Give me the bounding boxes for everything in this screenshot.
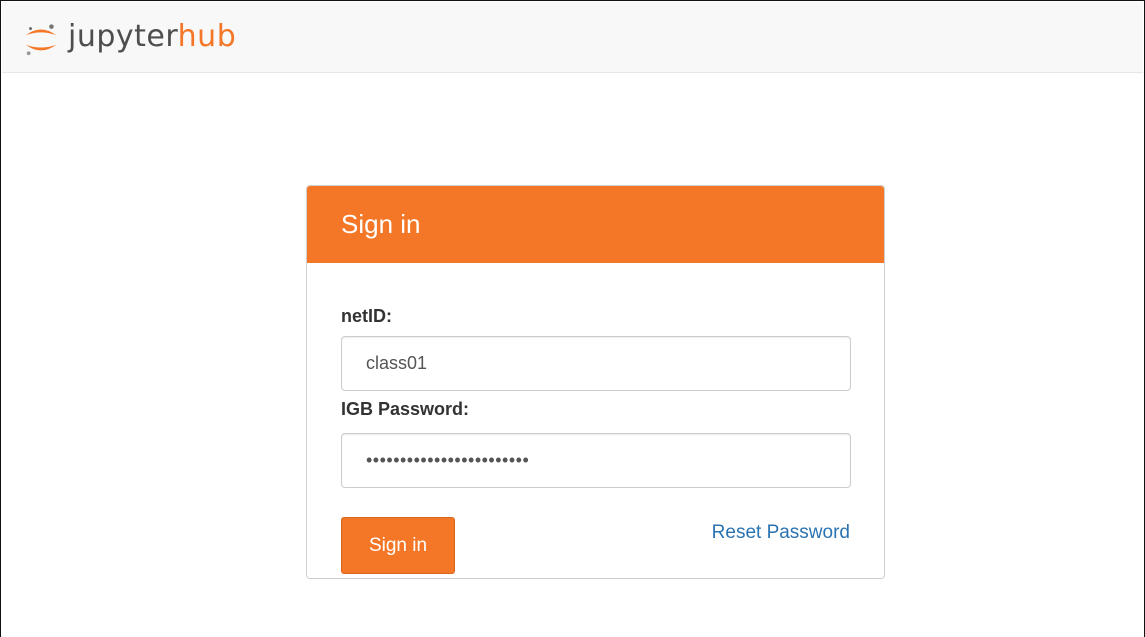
login-form: netID: IGB Password: Sign in Reset Passw…	[307, 263, 884, 578]
home-logo-link[interactable]: jupyterhub	[22, 12, 236, 62]
jupyter-logo-icon	[25, 24, 57, 56]
login-panel-title: Sign in	[307, 186, 884, 263]
login-panel: Sign in netID: IGB Password: Sign in Res…	[306, 185, 885, 579]
reset-password-link[interactable]: Reset Password	[712, 522, 850, 544]
logo-text-hub: hub	[177, 19, 237, 54]
navbar: jupyterhub	[2, 2, 1143, 73]
password-label: IGB Password:	[341, 399, 470, 419]
username-input[interactable]	[341, 336, 851, 391]
logo-wordmark: jupyterhub	[68, 22, 236, 52]
password-input[interactable]	[341, 433, 851, 488]
page-frame: jupyterhub Sign in netID: IGB Password: …	[0, 0, 1145, 637]
logo-text-jupyter: jupyter	[68, 19, 178, 54]
username-label: netID:	[341, 306, 392, 326]
sign-in-button[interactable]: Sign in	[341, 517, 455, 574]
